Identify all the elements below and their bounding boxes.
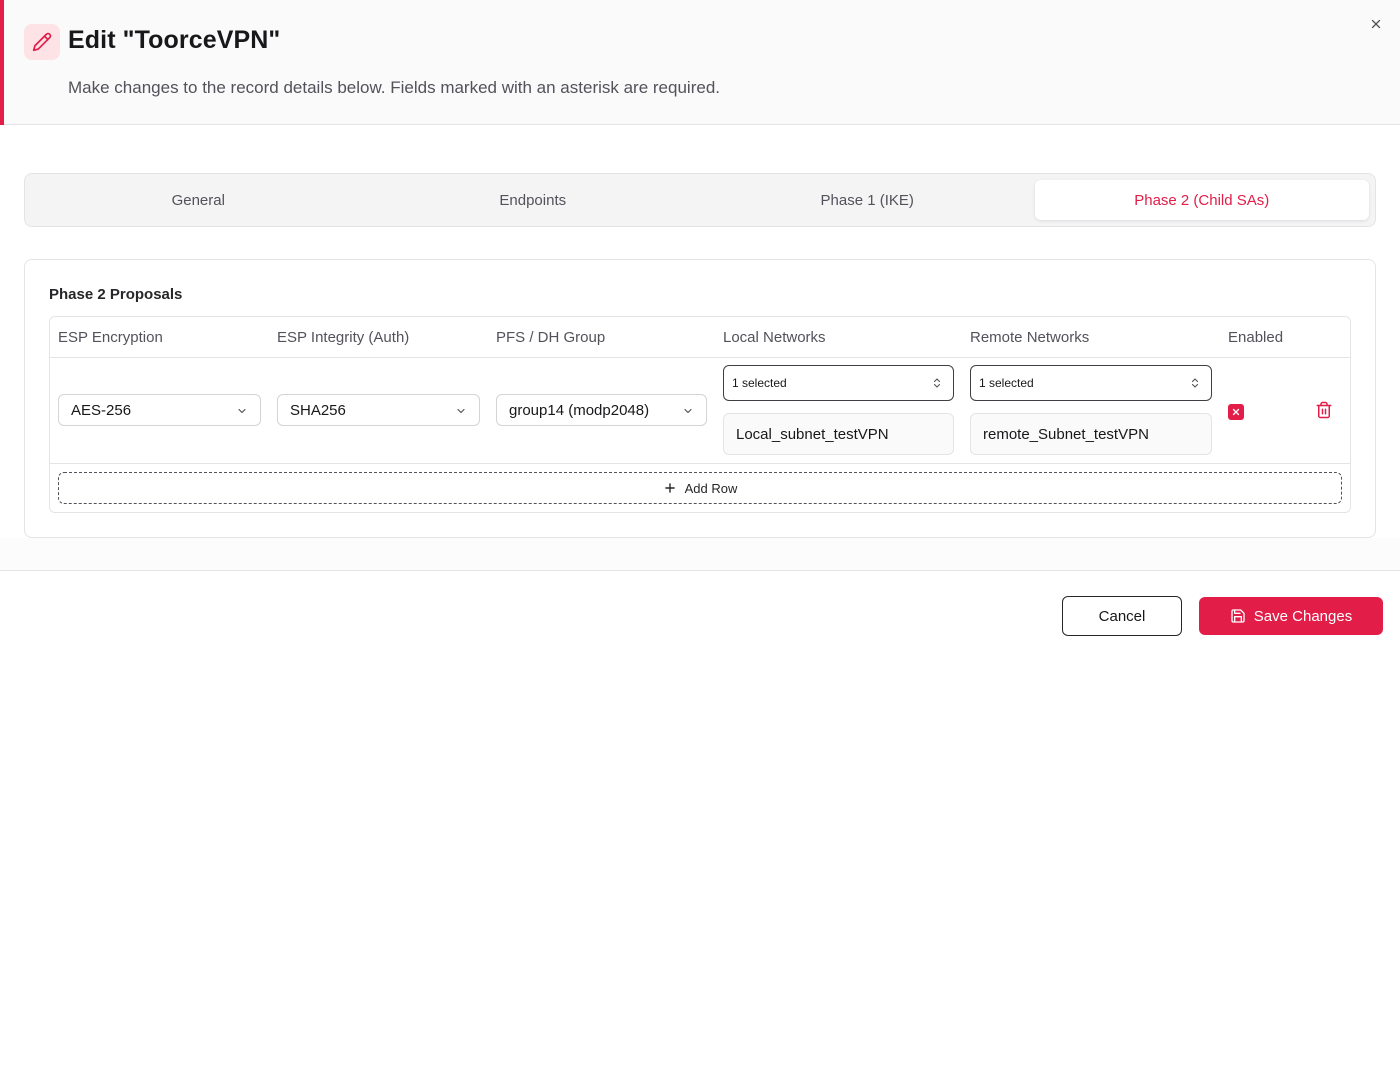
proposals-table: ESP Encryption ESP Integrity (Auth) PFS … <box>49 316 1351 513</box>
esp-encryption-value: AES-256 <box>71 401 132 419</box>
add-row-label: Add Row <box>684 480 738 496</box>
tab-phase-2[interactable]: Phase 2 (Child SAs) <box>1034 180 1369 220</box>
pfs-dh-group-value: group14 (modp2048) <box>509 401 650 419</box>
section-title: Phase 2 Proposals <box>49 286 183 303</box>
header-accent-bar <box>0 0 4 125</box>
save-changes-button[interactable]: Save Changes <box>1199 597 1383 635</box>
local-networks-multiselect[interactable]: 1 selected <box>723 365 954 401</box>
chevron-down-icon <box>684 408 692 414</box>
dialog-footer: Cancel Save Changes <box>0 570 1400 656</box>
esp-integrity-select[interactable]: SHA256 <box>277 394 480 426</box>
add-row-button[interactable]: Add Row <box>58 472 1342 504</box>
pencil-icon <box>24 24 60 60</box>
delete-row-button[interactable] <box>1315 401 1333 424</box>
column-header-remote-networks: Remote Networks <box>970 329 1090 346</box>
remote-network-item: remote_Subnet_testVPN <box>970 413 1212 455</box>
chevrons-up-down-icon <box>933 378 941 388</box>
chevron-down-icon <box>457 408 465 414</box>
column-header-enabled: Enabled <box>1228 329 1284 346</box>
dialog-header: Edit "ToorceVPN" Make changes to the rec… <box>0 0 1400 125</box>
close-icon <box>1371 19 1381 29</box>
pfs-dh-group-select[interactable]: group14 (modp2048) <box>496 394 707 426</box>
remote-networks-multiselect[interactable]: 1 selected <box>970 365 1212 401</box>
dialog-subtitle: Make changes to the record details below… <box>68 78 720 97</box>
chevron-down-icon <box>238 408 246 414</box>
esp-encryption-select[interactable]: AES-256 <box>58 394 261 426</box>
tab-phase-1[interactable]: Phase 1 (IKE) <box>700 180 1035 220</box>
remote-networks-summary: 1 selected <box>979 376 1034 390</box>
plus-icon <box>664 483 675 493</box>
local-networks-summary: 1 selected <box>732 376 787 390</box>
chevrons-up-down-icon <box>1191 378 1199 388</box>
cancel-button[interactable]: Cancel <box>1062 596 1182 636</box>
close-button[interactable] <box>1366 14 1386 34</box>
local-network-item: Local_subnet_testVPN <box>723 413 954 455</box>
x-icon <box>1232 408 1240 416</box>
footer-spacer <box>0 538 1400 570</box>
dialog-title: Edit "ToorceVPN" <box>68 26 281 54</box>
edit-dialog: Edit "ToorceVPN" Make changes to the rec… <box>0 0 1400 1080</box>
table-row: AES-256 SHA256 group14 (modp2048) 1 sele… <box>50 358 1350 464</box>
tab-endpoints[interactable]: Endpoints <box>366 180 701 220</box>
table-header: ESP Encryption ESP Integrity (Auth) PFS … <box>50 317 1350 358</box>
esp-integrity-value: SHA256 <box>290 401 346 419</box>
tab-list: General Endpoints Phase 1 (IKE) Phase 2 … <box>24 173 1376 227</box>
tab-general[interactable]: General <box>31 180 366 220</box>
save-icon <box>1231 609 1245 623</box>
column-header-esp-encryption: ESP Encryption <box>58 329 163 346</box>
trash-icon <box>1316 401 1332 419</box>
phase2-proposals-card: Phase 2 Proposals ESP Encryption ESP Int… <box>24 259 1376 538</box>
column-header-esp-integrity: ESP Integrity (Auth) <box>277 329 410 346</box>
enabled-checkbox[interactable] <box>1228 404 1244 420</box>
save-changes-label: Save Changes <box>1253 607 1353 625</box>
column-header-local-networks: Local Networks <box>723 329 826 346</box>
column-header-pfs-dh-group: PFS / DH Group <box>496 329 606 346</box>
